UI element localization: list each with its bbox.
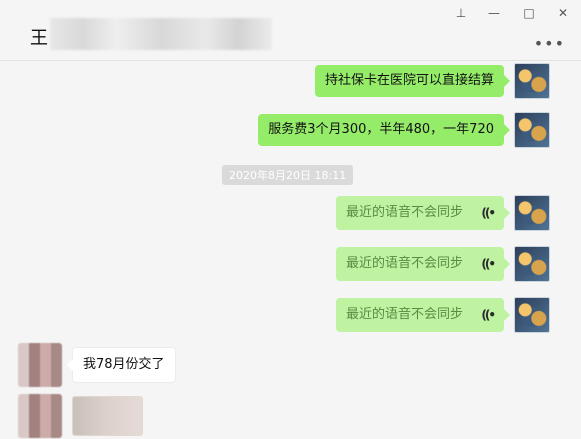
message-row: 服务费3个月300，半年480，一年720 xyxy=(258,112,550,148)
avatar[interactable] xyxy=(514,63,550,99)
voice-message-text: 最近的语音不会同步 xyxy=(346,307,464,322)
voice-wave-icon: ((• xyxy=(481,257,496,271)
voice-message-bubble[interactable]: 最近的语音不会同步 ((• xyxy=(336,247,510,281)
contact-name: 王 xyxy=(30,28,48,49)
avatar[interactable] xyxy=(514,195,550,231)
voice-wave-icon: ((• xyxy=(481,308,496,322)
chat-header: 王 ⊥ — □ ✕ ••• xyxy=(0,0,581,61)
more-options-icon[interactable]: ••• xyxy=(534,34,565,53)
blurred-avatar[interactable] xyxy=(18,343,62,387)
message-row: 持社保卡在医院可以直接结算 xyxy=(314,63,550,99)
voice-message-bubble[interactable]: 最近的语音不会同步 ((• xyxy=(336,196,510,230)
avatar[interactable] xyxy=(514,297,550,333)
message-bubble[interactable]: 服务费3个月300，半年480，一年720 xyxy=(258,114,510,146)
voice-message-text: 最近的语音不会同步 xyxy=(346,205,464,220)
pin-icon[interactable]: ⊥ xyxy=(450,4,472,22)
voice-message-row: 最近的语音不会同步 ((• xyxy=(336,246,550,282)
image-message[interactable] xyxy=(72,396,143,436)
incoming-message-row: 我78月份交了 xyxy=(18,343,176,387)
voice-message-bubble[interactable]: 最近的语音不会同步 ((• xyxy=(336,298,510,332)
blurred-avatar[interactable] xyxy=(18,394,62,438)
message-bubble[interactable]: 持社保卡在医院可以直接结算 xyxy=(314,65,511,97)
incoming-message-bubble[interactable]: 我78月份交了 xyxy=(67,347,176,383)
timestamp: 2020年8月20日 18:11 xyxy=(222,165,354,185)
voice-message-text: 最近的语音不会同步 xyxy=(346,256,464,271)
voice-message-row: 最近的语音不会同步 ((• xyxy=(336,297,550,333)
voice-wave-icon: ((• xyxy=(481,206,496,220)
avatar[interactable] xyxy=(514,246,550,282)
close-icon[interactable]: ✕ xyxy=(552,4,574,22)
voice-message-row: 最近的语音不会同步 ((• xyxy=(336,195,550,231)
minimize-icon[interactable]: — xyxy=(483,4,505,22)
blurred-contact-name xyxy=(50,18,272,50)
avatar[interactable] xyxy=(514,112,550,148)
incoming-image-row xyxy=(18,394,143,438)
maximize-icon[interactable]: □ xyxy=(518,4,540,22)
